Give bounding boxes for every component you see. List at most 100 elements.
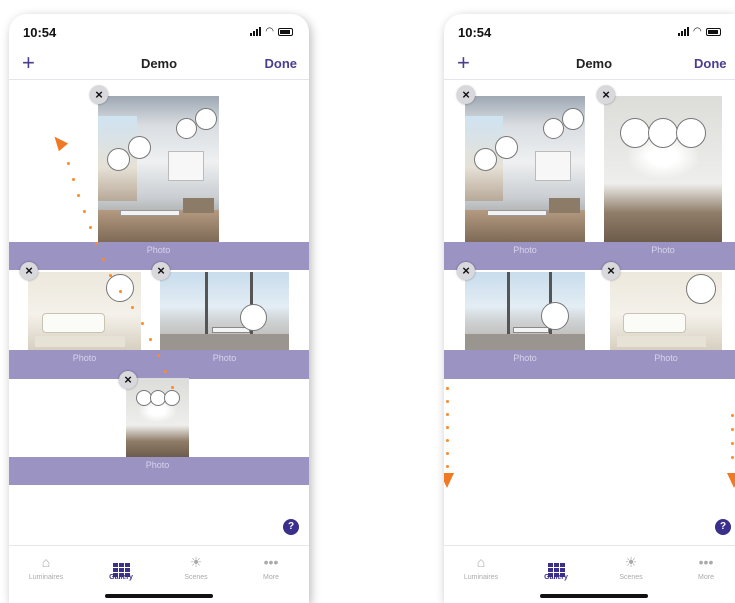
scroll-path-dot <box>731 456 734 459</box>
tab-label: Luminaires <box>463 574 499 581</box>
photo-thumbnail[interactable] <box>465 272 585 350</box>
luminaire-marker[interactable] <box>495 136 518 159</box>
delete-photo-button[interactable]: × <box>20 262 38 280</box>
photo-label: Photo <box>513 353 537 363</box>
tab-label: More <box>263 574 279 581</box>
navigation-bar: + Demo Done <box>9 50 309 80</box>
scroll-path-dot <box>446 465 449 468</box>
photo-label: Photo <box>145 460 170 470</box>
luminaire-marker[interactable] <box>562 108 584 130</box>
scroll-path-dot <box>446 452 449 455</box>
luminaire-marker[interactable] <box>676 118 706 148</box>
photo-label: Photo <box>654 353 678 363</box>
drag-path-dot <box>119 290 122 293</box>
photo-thumbnail[interactable] <box>126 378 189 457</box>
tab-label: Gallery <box>109 574 133 581</box>
delete-photo-button[interactable]: × <box>602 262 620 280</box>
luminaire-marker[interactable] <box>195 108 217 130</box>
photo-thumbnail[interactable] <box>604 96 722 242</box>
photo-label: Photo <box>651 245 675 255</box>
luminaire-marker[interactable] <box>176 118 197 139</box>
delete-photo-button[interactable]: × <box>457 86 475 104</box>
scroll-path-dot <box>446 439 449 442</box>
drag-path-dot <box>77 194 80 197</box>
delete-photo-button[interactable]: × <box>90 86 108 104</box>
tab-gallery[interactable]: Gallery <box>526 552 586 581</box>
battery-icon <box>278 27 293 36</box>
luminaire-marker[interactable] <box>164 390 180 406</box>
tab-label: Luminaires <box>28 574 64 581</box>
tab-luminaires[interactable]: ⌂ Luminaires <box>16 552 76 581</box>
luminaire-marker[interactable] <box>106 274 134 302</box>
drag-path-dot <box>131 306 134 309</box>
more-dots-icon: ••• <box>263 554 279 570</box>
gallery-grid-icon <box>526 552 586 577</box>
drag-path-dot <box>149 338 152 341</box>
delete-photo-button[interactable]: × <box>457 262 475 280</box>
photo-label: Photo <box>72 353 97 363</box>
drag-path-dot <box>89 226 92 229</box>
drag-path-dot <box>164 370 167 373</box>
photo-label: Photo <box>513 245 537 255</box>
drag-path-dot <box>83 210 86 213</box>
delete-photo-button[interactable]: × <box>597 86 615 104</box>
comparison-canvas: 10:54 ◠ + Demo Done Photo × Photo × Phot… <box>0 0 735 603</box>
tab-scenes[interactable]: ☀ Scenes <box>601 552 661 581</box>
scroll-path-dot <box>446 426 449 429</box>
photo-thumbnail[interactable] <box>465 96 585 242</box>
status-indicators: ◠ <box>250 26 293 37</box>
status-indicators: ◠ <box>678 26 721 37</box>
luminaire-marker[interactable] <box>648 118 678 148</box>
photo-thumbnail[interactable] <box>610 272 722 350</box>
phone-screen-before: 10:54 ◠ + Demo Done Photo × Photo × Phot… <box>9 14 309 603</box>
status-bar: 10:54 ◠ <box>444 14 735 50</box>
scenes-sun-icon: ☀ <box>189 554 203 570</box>
tab-more[interactable]: ••• More <box>241 552 301 581</box>
luminaire-icon: ⌂ <box>41 554 51 570</box>
photo-thumbnail[interactable] <box>160 272 289 350</box>
delete-photo-button[interactable]: × <box>152 262 170 280</box>
signal-icon <box>250 27 262 36</box>
luminaire-marker[interactable] <box>543 118 564 139</box>
luminaire-marker[interactable] <box>240 304 267 331</box>
drag-path-dot <box>102 258 105 261</box>
home-indicator <box>540 594 648 598</box>
luminaire-marker[interactable] <box>107 148 130 171</box>
scroll-path-dot <box>731 442 734 445</box>
done-button[interactable]: Done <box>694 56 727 71</box>
tab-label: Scenes <box>184 574 208 581</box>
home-indicator <box>105 594 213 598</box>
delete-photo-button[interactable]: × <box>119 371 137 389</box>
wifi-icon: ◠ <box>693 26 702 37</box>
wifi-icon: ◠ <box>265 26 274 37</box>
photo-thumbnail[interactable] <box>98 96 219 242</box>
tab-luminaires[interactable]: ⌂ Luminaires <box>451 552 511 581</box>
photo-thumbnail[interactable] <box>28 272 141 350</box>
luminaire-marker[interactable] <box>620 118 650 148</box>
signal-icon <box>678 27 689 36</box>
drag-path-dot <box>171 386 174 389</box>
luminaire-icon: ⌂ <box>476 554 486 570</box>
drag-path-dot <box>72 178 75 181</box>
photo-label: Photo <box>212 353 237 363</box>
help-button[interactable]: ? <box>715 519 731 535</box>
drag-path-dot <box>67 162 70 165</box>
gallery-grid-icon <box>91 552 151 577</box>
more-dots-icon: ••• <box>698 554 714 570</box>
tab-scenes[interactable]: ☀ Scenes <box>166 552 226 581</box>
status-time: 10:54 <box>23 25 57 40</box>
luminaire-marker[interactable] <box>474 148 497 171</box>
help-button[interactable]: ? <box>283 519 299 535</box>
tab-label: Scenes <box>619 574 643 581</box>
done-button[interactable]: Done <box>265 56 298 71</box>
page-title: Demo <box>575 56 613 71</box>
tab-more[interactable]: ••• More <box>676 552 735 581</box>
luminaire-marker[interactable] <box>686 274 716 304</box>
luminaire-marker[interactable] <box>541 302 569 330</box>
drag-path-dot <box>141 322 144 325</box>
tab-gallery[interactable]: Gallery <box>91 552 151 581</box>
scroll-path-dot <box>731 428 734 431</box>
drag-path-dot <box>109 274 112 277</box>
luminaire-marker[interactable] <box>128 136 151 159</box>
status-bar: 10:54 ◠ <box>9 14 309 50</box>
